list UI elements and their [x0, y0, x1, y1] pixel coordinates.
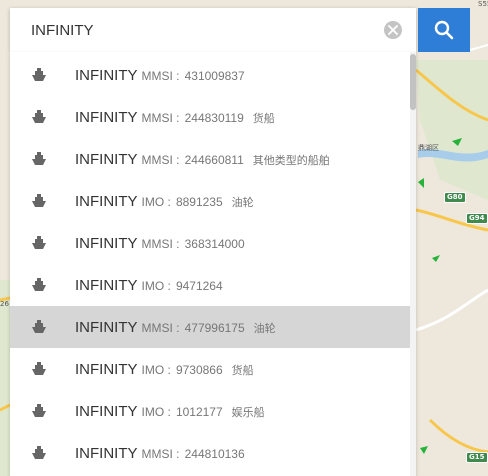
ship-name: INFINITY: [75, 151, 138, 168]
id-label: IMO :: [141, 363, 171, 377]
ship-icon: [32, 446, 46, 459]
ship-icon: [32, 68, 46, 81]
highway-shield: G15: [466, 452, 488, 463]
scrollbar-track[interactable]: [410, 52, 416, 476]
ship-type: 娱乐船: [231, 406, 265, 419]
search-results-dropdown: INFINITY MMSI : 431009837 INFINITY MMSI : 2…: [10, 52, 416, 476]
id-value: 9471264: [175, 279, 223, 293]
ship-icon: [32, 404, 46, 417]
map-edge-label: 26: [0, 300, 9, 308]
ship-name: INFINITY: [75, 319, 138, 336]
ship-type: 油轮: [231, 196, 254, 209]
result-item[interactable]: INFINITY MMSI : 244830119 货船: [10, 96, 410, 138]
map-top-label: S55: [478, 0, 488, 8]
result-text: INFINITY MMSI : 244810136: [75, 432, 245, 474]
result-text: INFINITY MMSI : 431009837: [75, 54, 245, 96]
scrollbar-thumb[interactable]: [410, 54, 416, 110]
id-label: IMO :: [141, 405, 171, 419]
search-bar: [10, 8, 416, 52]
ship-name: INFINITY: [75, 193, 138, 210]
close-icon: [388, 25, 398, 35]
result-item[interactable]: INFINITY MMSI : 244810136: [10, 432, 410, 474]
ship-icon: [32, 110, 46, 123]
ship-type: 其他类型的船舶: [252, 154, 330, 167]
ship-icon: [32, 320, 46, 333]
id-value: 244810136: [184, 447, 245, 461]
ship-type: 货船: [252, 112, 275, 125]
ship-name: INFINITY: [75, 403, 138, 420]
id-value: 9730866: [175, 363, 223, 377]
result-item[interactable]: INFINITY MMSI : 244660811 其他类型的船舶: [10, 138, 410, 180]
result-text: INFINITY MMSI : 368314000: [75, 222, 245, 264]
ship-type: 货船: [231, 364, 254, 377]
ship-name: INFINITY: [75, 109, 138, 126]
ship-name: INFINITY: [75, 361, 138, 378]
search-button[interactable]: [418, 8, 470, 52]
id-label: MMSI :: [141, 447, 180, 461]
result-text: INFINITY MMSI : 477996175 油轮: [75, 306, 276, 348]
search-input[interactable]: [10, 8, 370, 52]
ship-name: INFINITY: [75, 67, 138, 84]
ship-icon: [32, 152, 46, 165]
id-value: 368314000: [184, 237, 245, 251]
id-label: MMSI :: [141, 321, 180, 335]
ship-name: INFINITY: [75, 445, 138, 462]
clear-search-button[interactable]: [384, 21, 402, 39]
id-value: 244830119: [184, 111, 244, 125]
highway-shield: G80: [444, 192, 466, 203]
id-label: MMSI :: [141, 153, 180, 167]
result-text: INFINITY IMO : 9471264: [75, 264, 223, 306]
result-text: INFINITY IMO : 1012177 娱乐船: [75, 390, 265, 432]
id-label: IMO :: [141, 195, 171, 209]
ship-icon: [32, 362, 46, 375]
ship-icon: [32, 194, 46, 207]
id-label: MMSI :: [141, 69, 180, 83]
result-text: INFINITY MMSI : 244660811 其他类型的船舶: [75, 138, 330, 180]
result-item[interactable]: INFINITY IMO : 1012177 娱乐船: [10, 390, 410, 432]
highway-shield: G94: [466, 213, 488, 224]
result-item[interactable]: INFINITY IMO : 8891235 油轮: [10, 180, 410, 222]
result-item[interactable]: INFINITY MMSI : 431009837: [10, 54, 410, 96]
id-value: 431009837: [184, 69, 245, 83]
ship-name: INFINITY: [75, 235, 138, 252]
id-value: 1012177: [175, 405, 223, 419]
result-item[interactable]: INFINITY IMO : 9471264: [10, 264, 410, 306]
ship-type: 油轮: [253, 322, 276, 335]
id-label: MMSI :: [141, 111, 180, 125]
result-text: INFINITY MMSI : 244830119 货船: [75, 96, 275, 138]
result-text: INFINITY IMO : 9730866 货船: [75, 348, 254, 390]
id-label: IMO :: [141, 279, 171, 293]
result-item[interactable]: INFINITY MMSI : 477996175 油轮: [10, 306, 410, 348]
id-value: 244660811: [184, 153, 244, 167]
result-item[interactable]: INFINITY IMO : 9730866 货船: [10, 348, 410, 390]
id-value: 8891235: [175, 195, 223, 209]
ship-icon: [32, 278, 46, 291]
search-icon: [434, 20, 454, 40]
id-label: MMSI :: [141, 237, 180, 251]
ship-name: INFINITY: [75, 277, 138, 294]
map-place-label: 鼎湖区: [418, 144, 439, 152]
result-item[interactable]: INFINITY MMSI : 368314000: [10, 222, 410, 264]
ship-icon: [32, 236, 46, 249]
result-text: INFINITY IMO : 8891235 油轮: [75, 180, 254, 222]
id-value: 477996175: [184, 321, 245, 335]
